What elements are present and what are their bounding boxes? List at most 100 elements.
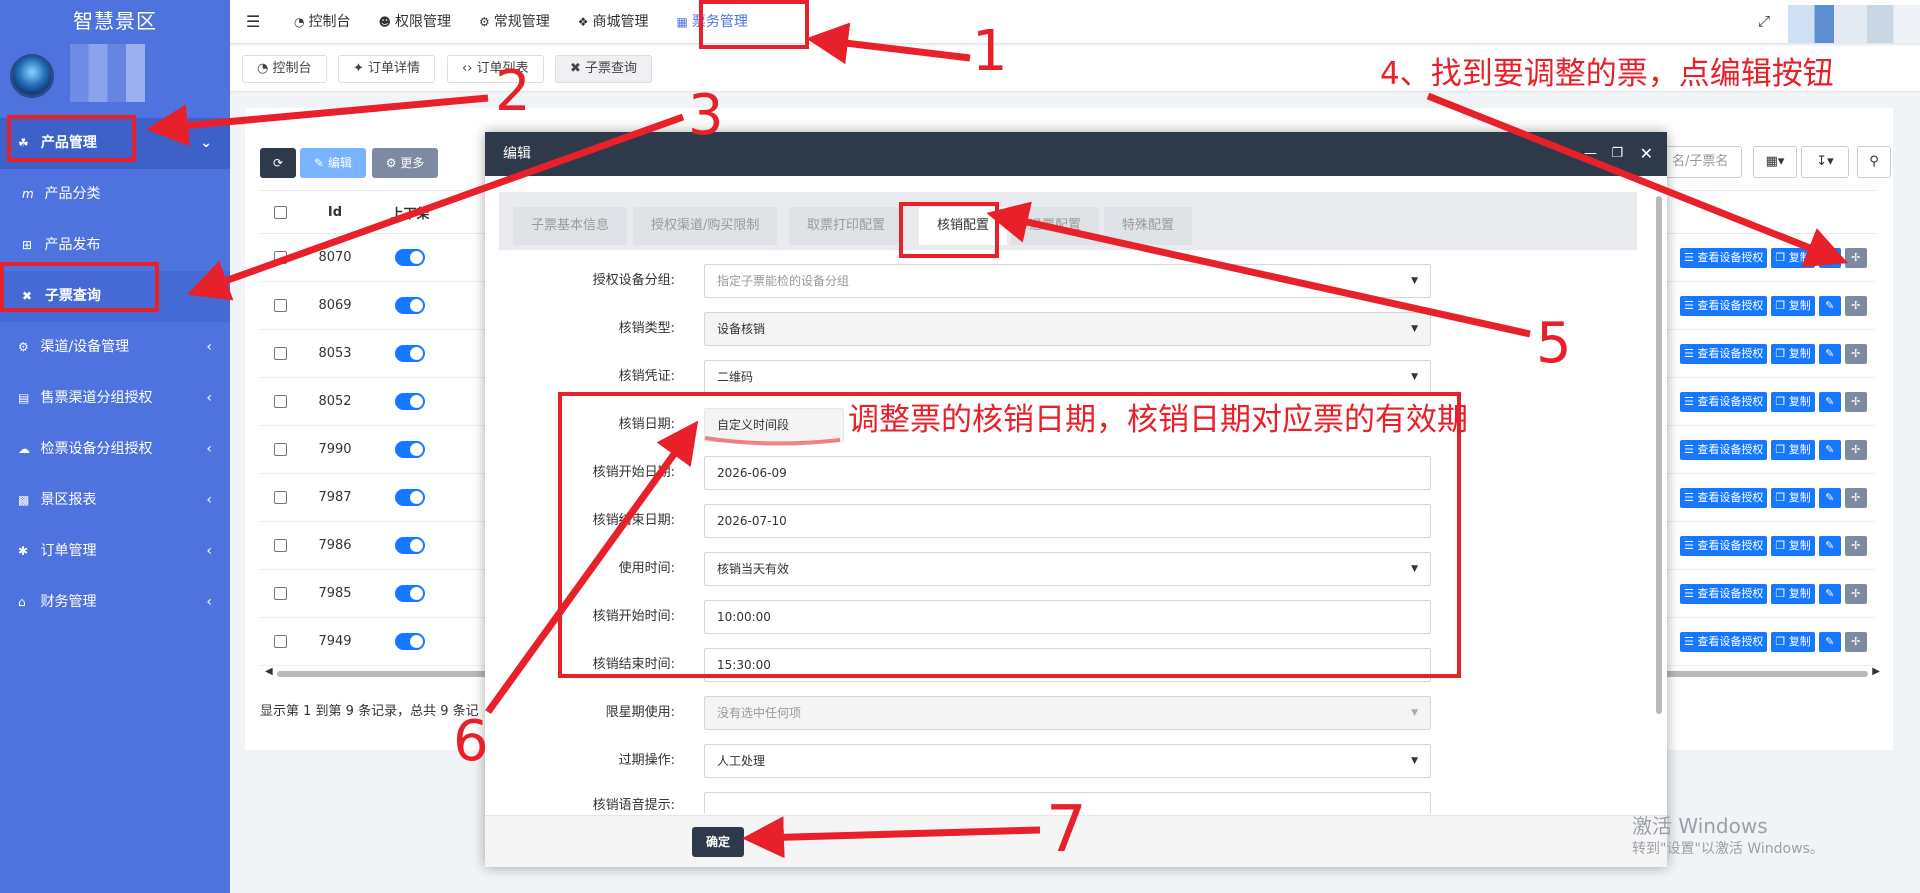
sidebar-item-sales-channel-auth[interactable]: ▤ 售票渠道分组授权 ‹ — [0, 373, 230, 424]
sidebar-item-checkin-device-auth[interactable]: ☁ 检票设备分组授权 ‹ — [0, 424, 230, 475]
row-edit-button[interactable]: ✎ — [1818, 295, 1841, 316]
tab-sub-ticket-query[interactable]: ✖ 子票查询 — [555, 55, 653, 83]
scroll-right-icon[interactable]: ▶ — [1872, 666, 1880, 677]
row-checkbox[interactable] — [260, 522, 300, 569]
sidebar-item-reports[interactable]: ▩ 景区报表 ‹ — [0, 475, 230, 526]
hamburger-menu-icon[interactable]: ☰ — [246, 12, 260, 31]
view-device-auth-button[interactable]: ☰ 查看设备授权 — [1680, 439, 1768, 460]
view-device-auth-button[interactable]: ☰ 查看设备授权 — [1680, 583, 1768, 604]
row-move-button[interactable]: ✢ — [1844, 535, 1867, 556]
device-group-select[interactable]: 指定子票能检的设备分组 ▼ — [704, 264, 1431, 298]
row-status-toggle[interactable] — [370, 282, 450, 329]
sidebar-item-product-category[interactable]: m 产品分类 — [0, 169, 230, 220]
copy-button[interactable]: ❐ 复制 — [1771, 247, 1815, 268]
view-device-auth-button[interactable]: ☰ 查看设备授权 — [1680, 247, 1768, 268]
avatar[interactable] — [10, 54, 54, 98]
sidebar-item-channel-device[interactable]: ⚙ 渠道/设备管理 ‹ — [0, 322, 230, 373]
row-status-toggle[interactable] — [370, 570, 450, 617]
row-edit-button[interactable]: ✎ — [1818, 391, 1841, 412]
weekday-select[interactable]: 没有选中任何项 ▼ — [704, 696, 1431, 730]
row-status-toggle[interactable] — [370, 426, 450, 473]
row-checkbox[interactable] — [260, 570, 300, 617]
view-device-auth-button[interactable]: ☰ 查看设备授权 — [1680, 343, 1768, 364]
edit-button[interactable]: ✎ 编辑 — [300, 148, 366, 178]
row-status-toggle[interactable] — [370, 330, 450, 377]
view-device-auth-button[interactable]: ☰ 查看设备授权 — [1680, 631, 1768, 652]
copy-button[interactable]: ❐ 复制 — [1771, 295, 1815, 316]
mtab-special[interactable]: 特殊配置 — [1104, 207, 1193, 245]
view-device-auth-button[interactable]: ☰ 查看设备授权 — [1680, 391, 1768, 412]
row-edit-button[interactable]: ✎ — [1818, 583, 1841, 604]
row-move-button[interactable]: ✢ — [1844, 295, 1867, 316]
copy-button[interactable]: ❐ 复制 — [1771, 631, 1815, 652]
maximize-icon[interactable]: ❐ — [1611, 132, 1623, 176]
copy-button[interactable]: ❐ 复制 — [1771, 343, 1815, 364]
row-id: 8052 — [318, 394, 352, 409]
row-edit-button[interactable]: ✎ — [1818, 247, 1841, 268]
row-checkbox[interactable] — [260, 282, 300, 329]
fullscreen-icon[interactable]: ⤢ — [1758, 12, 1770, 30]
row-move-button[interactable]: ✢ — [1844, 247, 1867, 268]
sidebar-item-orders[interactable]: ✱ 订单管理 ‹ — [0, 526, 230, 577]
row-move-button[interactable]: ✢ — [1844, 343, 1867, 364]
nav-general[interactable]: ⚙ 常规管理 — [465, 0, 564, 44]
refresh-button[interactable]: ⟳ — [260, 148, 296, 178]
view-device-auth-button[interactable]: ☰ 查看设备授权 — [1680, 487, 1768, 508]
export-button[interactable]: ↧▾ — [1801, 146, 1849, 178]
row-move-button[interactable]: ✢ — [1844, 631, 1867, 652]
row-move-button[interactable]: ✢ — [1844, 583, 1867, 604]
expire-action-select[interactable]: 人工处理 ▼ — [704, 744, 1431, 778]
row-edit-button[interactable]: ✎ — [1818, 487, 1841, 508]
annotation-box-ticketing-nav — [699, 0, 809, 49]
modal-vertical-scrollbar[interactable] — [1655, 184, 1663, 814]
confirm-button[interactable]: 确定 — [692, 827, 744, 857]
copy-button[interactable]: ❐ 复制 — [1771, 583, 1815, 604]
columns-toggle[interactable]: ▦▾ — [1753, 146, 1797, 178]
mtab-print[interactable]: 取票打印配置 — [789, 207, 904, 245]
mtab-refund[interactable]: 退票配置 — [1011, 207, 1100, 245]
row-checkbox[interactable] — [260, 234, 300, 281]
pencil-icon: ✎ — [1825, 490, 1835, 504]
more-button[interactable]: ⚙ 更多 — [372, 148, 438, 178]
search-input[interactable]: 名/子票名 — [1665, 146, 1742, 178]
select-all-checkbox[interactable] — [260, 191, 300, 233]
row-status-toggle[interactable] — [370, 522, 450, 569]
credential-select[interactable]: 二维码 ▼ — [704, 360, 1431, 394]
scroll-left-icon[interactable]: ◀ — [265, 666, 273, 677]
view-device-auth-button[interactable]: ☰ 查看设备授权 — [1680, 295, 1768, 316]
copy-button[interactable]: ❐ 复制 — [1771, 439, 1815, 460]
row-edit-button[interactable]: ✎ — [1818, 439, 1841, 460]
nav-dashboard[interactable]: ◔ 控制台 — [280, 0, 364, 44]
row-checkbox[interactable] — [260, 426, 300, 473]
checkin-type-select[interactable]: 设备核销 ▼ — [704, 312, 1431, 346]
row-edit-button[interactable]: ✎ — [1818, 343, 1841, 364]
sidebar-item-finance[interactable]: ⌂ 财务管理 ‹ — [0, 577, 230, 628]
copy-button[interactable]: ❐ 复制 — [1771, 535, 1815, 556]
mtab-channel[interactable]: 授权渠道/购买限制 — [633, 207, 778, 245]
view-device-auth-button[interactable]: ☰ 查看设备授权 — [1680, 535, 1768, 556]
copy-button[interactable]: ❐ 复制 — [1771, 391, 1815, 412]
row-checkbox[interactable] — [260, 378, 300, 425]
close-icon[interactable]: ✕ — [1640, 132, 1653, 176]
row-checkbox[interactable] — [260, 330, 300, 377]
tab-order-detail[interactable]: ✦ 订单详情 — [338, 55, 436, 83]
mtab-basic[interactable]: 子票基本信息 — [513, 207, 628, 245]
row-status-toggle[interactable] — [370, 618, 450, 665]
row-checkbox[interactable] — [260, 474, 300, 521]
row-move-button[interactable]: ✢ — [1844, 439, 1867, 460]
row-status-toggle[interactable] — [370, 234, 450, 281]
minimize-icon[interactable]: — — [1584, 132, 1597, 176]
tab-label: 子票查询 — [585, 61, 638, 76]
row-status-toggle[interactable] — [370, 378, 450, 425]
tab-dashboard[interactable]: ◔ 控制台 — [242, 55, 327, 83]
row-move-button[interactable]: ✢ — [1844, 487, 1867, 508]
copy-button[interactable]: ❐ 复制 — [1771, 487, 1815, 508]
row-edit-button[interactable]: ✎ — [1818, 631, 1841, 652]
row-status-toggle[interactable] — [370, 474, 450, 521]
row-move-button[interactable]: ✢ — [1844, 391, 1867, 412]
row-edit-button[interactable]: ✎ — [1818, 535, 1841, 556]
nav-permissions[interactable]: ☻ 权限管理 — [364, 0, 465, 44]
search-button[interactable]: ⚲ — [1857, 146, 1891, 178]
row-checkbox[interactable] — [260, 618, 300, 665]
nav-mall[interactable]: ❖ 商城管理 — [564, 0, 663, 44]
